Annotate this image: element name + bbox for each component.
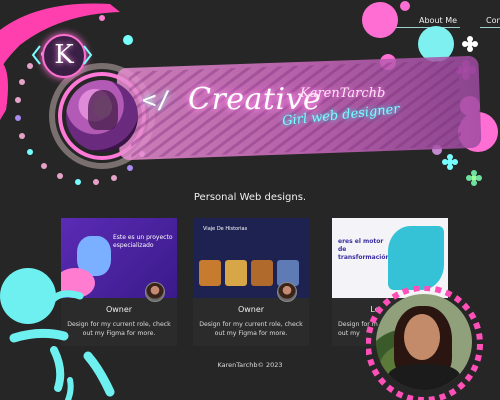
section-title: Personal Web designs.	[193, 192, 307, 203]
hero-avatar-photo	[66, 80, 138, 152]
shot-illustration	[388, 226, 444, 290]
profile-photo	[376, 294, 472, 390]
cyan-large-circle	[0, 268, 56, 324]
bottom-left-decoration	[0, 268, 115, 400]
shot-tile	[199, 260, 221, 286]
avatar-hair	[88, 90, 118, 130]
shot-header-text: Viaje De Historias	[203, 226, 248, 232]
cyan-stroke-shape	[48, 290, 84, 304]
logo-bracket-icons	[31, 45, 93, 65]
owner-avatar	[277, 282, 297, 302]
pink-circle	[362, 2, 398, 38]
owner-avatar	[145, 282, 165, 302]
hero-signature: KarenTarchb	[300, 86, 386, 101]
profile-face	[404, 314, 440, 360]
project-role: Owner	[237, 305, 265, 314]
shot-text: eres el motor de transformación	[338, 238, 390, 261]
shot-tile	[225, 260, 247, 286]
project-description-line: out my Figma for more.	[214, 330, 288, 337]
cyan-dot	[123, 35, 133, 45]
pink-dot-right	[400, 1, 410, 11]
flower-green-icon	[466, 170, 482, 186]
cyan-stroke-shape	[9, 328, 69, 343]
shot-tile	[251, 260, 273, 286]
pink-blob-shape	[0, 60, 8, 120]
project-card[interactable]: Viaje De Historias Owner Design for my c…	[193, 218, 309, 346]
footer-copyright: KarenTarchb© 2023	[217, 361, 283, 369]
flower-cyan-icon	[442, 154, 458, 170]
cyan-stroke-shape	[65, 377, 74, 400]
hero-code-slash: </	[142, 86, 171, 114]
project-description: Design for my current role, check out my…	[193, 320, 309, 338]
shot-text: Este es un proyecto especializado	[113, 234, 173, 249]
flower-white-icon	[462, 36, 478, 52]
pink-dot	[99, 15, 105, 21]
cyan-stroke-shape	[50, 346, 65, 392]
project-description-line: Design for my current role, check	[199, 321, 303, 328]
